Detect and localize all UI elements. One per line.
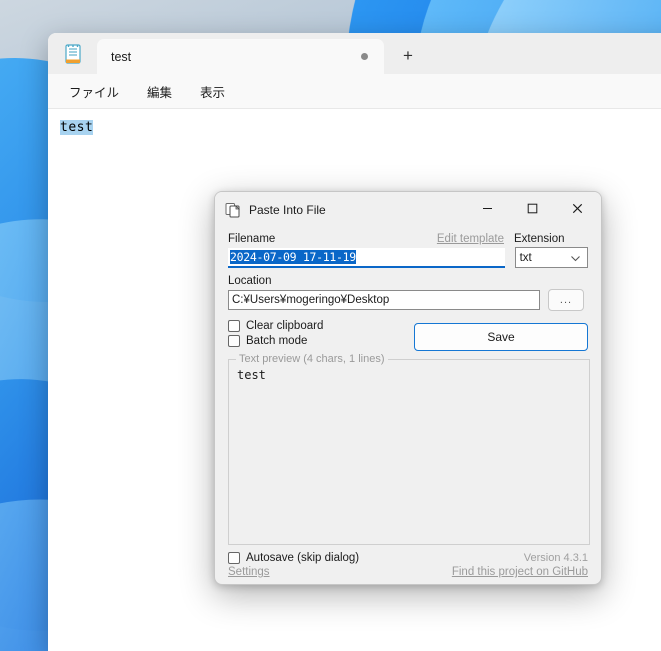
text-preview-content: test xyxy=(237,368,266,382)
paste-into-file-icon xyxy=(225,203,240,218)
dialog-title: Paste Into File xyxy=(249,203,326,217)
edit-template-link[interactable]: Edit template xyxy=(437,233,504,245)
checkbox-autosave[interactable]: Autosave (skip dialog) xyxy=(228,552,359,564)
checkbox-box xyxy=(228,320,240,332)
menu-edit[interactable]: 編集 xyxy=(138,78,181,105)
dialog-titlebar: Paste Into File xyxy=(215,192,601,228)
github-link[interactable]: Find this project on GitHub xyxy=(452,566,588,578)
text-preview-legend: Text preview (4 chars, 1 lines) xyxy=(236,353,388,365)
location-input[interactable]: C:¥Users¥mogeringo¥Desktop xyxy=(228,290,540,310)
maximize-button[interactable] xyxy=(510,192,555,224)
maximize-icon xyxy=(527,203,538,213)
menu-file[interactable]: ファイル xyxy=(60,78,128,105)
notepad-menubar: ファイル 編集 表示 xyxy=(48,74,661,109)
browse-button[interactable]: ... xyxy=(548,289,584,311)
close-button[interactable] xyxy=(555,192,600,224)
checkbox-batch-mode[interactable]: Batch mode xyxy=(228,335,323,347)
options-and-save-row: Clear clipboard Batch mode Save xyxy=(228,320,588,351)
checkbox-clear-clipboard[interactable]: Clear clipboard xyxy=(228,320,323,332)
notepad-selected-text: test xyxy=(60,120,94,135)
close-icon xyxy=(572,203,583,213)
notepad-tab-test[interactable]: test xyxy=(97,39,384,74)
new-tab-button[interactable]: + xyxy=(393,42,423,70)
save-button[interactable]: Save xyxy=(414,323,588,351)
notepad-tab-label: test xyxy=(111,49,132,64)
links-row: Settings Find this project on GitHub xyxy=(228,566,588,578)
notepad-titlebar: test + xyxy=(48,33,661,74)
checkbox-box xyxy=(228,552,240,564)
location-label: Location xyxy=(228,275,272,287)
extension-value: txt xyxy=(519,251,532,264)
checkbox-group: Clear clipboard Batch mode xyxy=(228,320,323,351)
filename-input[interactable]: 2024-07-09 17-11-19 xyxy=(228,247,505,268)
checkbox-label: Autosave (skip dialog) xyxy=(246,552,360,564)
filename-row-inputs: 2024-07-09 17-11-19 txt xyxy=(228,247,588,268)
filename-row-labels: Filename Edit template Extension xyxy=(228,233,588,245)
extension-dropdown[interactable]: txt xyxy=(514,247,588,268)
version-text: Version 4.3.1 xyxy=(523,552,588,564)
menu-view[interactable]: 表示 xyxy=(191,78,234,105)
filename-value: 2024-07-09 17-11-19 xyxy=(230,249,356,264)
settings-link[interactable]: Settings xyxy=(228,566,270,578)
extension-label: Extension xyxy=(514,233,565,245)
checkbox-label: Batch mode xyxy=(246,335,308,347)
notepad-icon xyxy=(65,44,81,64)
dialog-body: Filename Edit template Extension 2024-07… xyxy=(215,233,601,578)
autosave-row: Autosave (skip dialog) Version 4.3.1 xyxy=(228,552,588,564)
minimize-button[interactable] xyxy=(465,192,510,224)
text-preview-group: Text preview (4 chars, 1 lines) test xyxy=(228,353,590,545)
checkbox-box xyxy=(228,335,240,347)
checkbox-label: Clear clipboard xyxy=(246,320,324,332)
filename-label: Filename xyxy=(228,233,276,245)
chevron-down-icon xyxy=(571,256,580,262)
paste-into-file-dialog: Paste Into File Filename Edit template E… xyxy=(214,191,602,585)
location-row: C:¥Users¥mogeringo¥Desktop ... xyxy=(228,289,588,311)
modified-dot xyxy=(361,53,368,60)
minimize-icon xyxy=(483,207,492,209)
location-value: C:¥Users¥mogeringo¥Desktop xyxy=(232,294,390,306)
